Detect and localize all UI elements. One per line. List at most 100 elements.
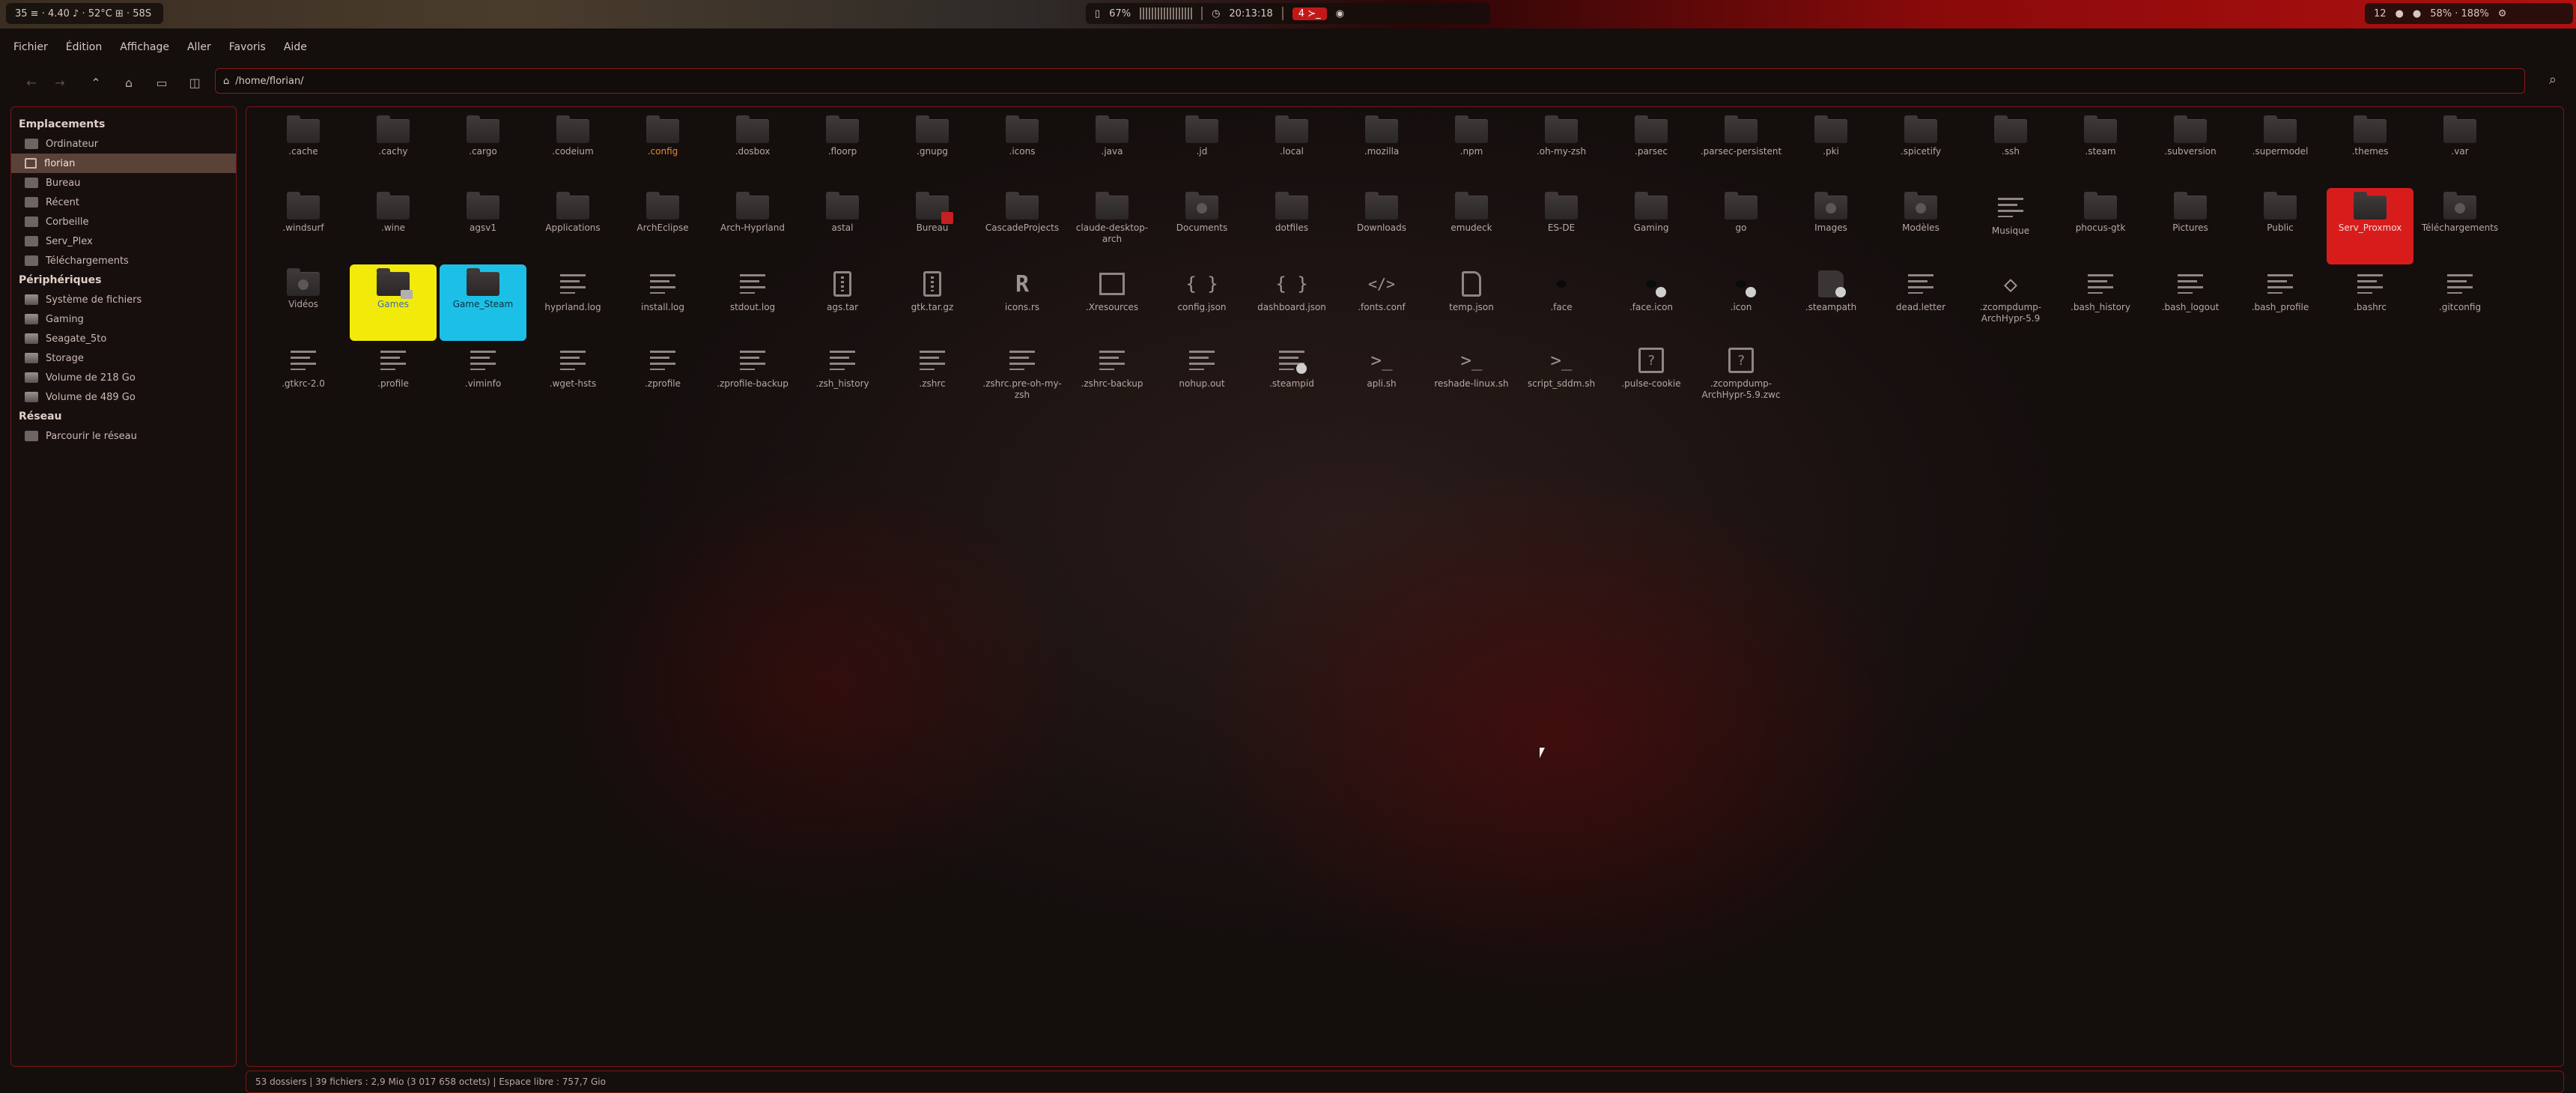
file-item[interactable]: .zshrc-backup <box>1069 341 1155 417</box>
file-item[interactable]: .subversion <box>2147 112 2234 188</box>
menu-affichage[interactable]: Affichage <box>111 41 178 53</box>
file-item[interactable]: Gaming <box>1608 188 1695 264</box>
sidebar-item[interactable]: Gaming <box>11 309 236 329</box>
file-item[interactable]: ? .zcompdump-ArchHypr-5.9.zwc <box>1698 341 1784 417</box>
file-item[interactable]: .bash_logout <box>2147 264 2234 341</box>
file-item[interactable]: .oh-my-zsh <box>1518 112 1605 188</box>
menu-favoris[interactable]: Favoris <box>220 41 275 53</box>
file-item[interactable]: Pictures <box>2147 188 2234 264</box>
file-item[interactable]: .gtkrc-2.0 <box>260 341 347 417</box>
file-item[interactable]: { } config.json <box>1158 264 1245 341</box>
sidebar-item[interactable]: Volume de 218 Go <box>11 368 236 387</box>
file-item[interactable]: .java <box>1069 112 1155 188</box>
file-item[interactable]: .pki <box>1787 112 1874 188</box>
file-item[interactable]: .face.icon <box>1608 264 1695 341</box>
file-item[interactable]: dead.letter <box>1877 264 1964 341</box>
file-item[interactable]: temp.json <box>1428 264 1515 341</box>
file-item[interactable]: .profile <box>350 341 437 417</box>
file-item[interactable]: ags.tar <box>799 264 886 341</box>
file-item[interactable]: .npm <box>1428 112 1515 188</box>
file-item[interactable]: .icon <box>1698 264 1784 341</box>
file-item[interactable]: .gnupg <box>889 112 976 188</box>
file-item[interactable]: nohup.out <box>1158 341 1245 417</box>
sidebar-item[interactable]: Storage <box>11 348 236 368</box>
file-item[interactable]: .face <box>1518 264 1605 341</box>
file-item[interactable]: Downloads <box>1338 188 1425 264</box>
file-view[interactable]: .cache .cachy .cargo .codeium .config .dosbox… <box>246 106 2564 1067</box>
file-item[interactable]: .gitconfig <box>2416 264 2503 341</box>
file-item[interactable]: >_ reshade-linux.sh <box>1428 341 1515 417</box>
file-item[interactable]: .bash_profile <box>2237 264 2324 341</box>
search-button[interactable]: ⌕ <box>2549 72 2557 88</box>
file-item[interactable]: Musique <box>1967 188 2054 264</box>
file-item[interactable]: .cachy <box>350 112 437 188</box>
file-item[interactable]: gtk.tar.gz <box>889 264 976 341</box>
file-item[interactable]: agsv1 <box>440 188 526 264</box>
file-item[interactable]: Public <box>2237 188 2324 264</box>
split-view-button[interactable]: ◫ <box>184 72 205 93</box>
center-widgets[interactable]: ▯ 67% ◷ 20:13:18 4 ≻_ ◉ <box>1086 3 1490 24</box>
file-item[interactable]: .mozilla <box>1338 112 1425 188</box>
file-item[interactable]: .steam <box>2057 112 2144 188</box>
sidebar-item[interactable]: florian <box>11 154 236 173</box>
sidebar-item[interactable]: Seagate_5to <box>11 329 236 348</box>
file-item[interactable]: hyprland.log <box>529 264 616 341</box>
file-item[interactable]: stdout.log <box>709 264 796 341</box>
menu-aide[interactable]: Aide <box>275 41 316 53</box>
file-item[interactable]: .parsec-persistent <box>1698 112 1784 188</box>
file-item[interactable]: Documents <box>1158 188 1245 264</box>
file-item[interactable]: phocus-gtk <box>2057 188 2144 264</box>
menu-aller[interactable]: Aller <box>178 41 220 53</box>
file-item[interactable]: .ssh <box>1967 112 2054 188</box>
file-item[interactable]: .windsurf <box>260 188 347 264</box>
file-item[interactable]: .Xresources <box>1069 264 1155 341</box>
file-item[interactable]: .themes <box>2327 112 2414 188</box>
sidebar-item[interactable]: Volume de 489 Go <box>11 387 236 407</box>
file-item[interactable]: .cargo <box>440 112 526 188</box>
file-item[interactable]: .local <box>1248 112 1335 188</box>
file-item[interactable]: .wine <box>350 188 437 264</box>
file-item[interactable]: .viminfo <box>440 341 526 417</box>
file-item[interactable]: .cache <box>260 112 347 188</box>
forward-button[interactable]: → <box>49 72 70 93</box>
up-button[interactable]: ⌃ <box>85 72 106 93</box>
file-item[interactable]: .jd <box>1158 112 1245 188</box>
file-item[interactable]: .parsec <box>1608 112 1695 188</box>
sidebar-item[interactable]: Système de fichiers <box>11 290 236 309</box>
file-item[interactable]: Vidéos <box>260 264 347 341</box>
file-item[interactable]: Images <box>1787 188 1874 264</box>
menu-fichier[interactable]: Fichier <box>1 41 57 53</box>
file-item[interactable]: ArchEclipse <box>619 188 706 264</box>
file-item[interactable]: .dosbox <box>709 112 796 188</box>
file-item[interactable]: ◇ .zcompdump-ArchHypr-5.9 <box>1967 264 2054 341</box>
file-item[interactable]: .zprofile <box>619 341 706 417</box>
file-item[interactable]: .supermodel <box>2237 112 2324 188</box>
file-item[interactable]: .steampid <box>1248 341 1335 417</box>
sidebar-item[interactable]: Ordinateur <box>11 134 236 154</box>
back-button[interactable]: ← <box>21 72 42 93</box>
file-item[interactable]: Ricons.rs <box>979 264 1066 341</box>
file-item[interactable]: emudeck <box>1428 188 1515 264</box>
file-item[interactable]: Games <box>350 264 437 341</box>
file-item[interactable]: .zshrc <box>889 341 976 417</box>
file-item[interactable]: Arch-Hyprland <box>709 188 796 264</box>
power-icon[interactable]: ◉ <box>1336 8 1344 19</box>
sidebar-item[interactable]: Parcourir le réseau <box>11 426 236 446</box>
file-item[interactable]: claude-desktop-arch <box>1069 188 1155 264</box>
file-item[interactable]: ? .pulse-cookie <box>1608 341 1695 417</box>
file-item[interactable]: Téléchargements <box>2416 188 2503 264</box>
workspace-indicator[interactable]: 4 ≻_ <box>1292 7 1327 20</box>
file-item[interactable]: .zprofile-backup <box>709 341 796 417</box>
home-button[interactable]: ⌂ <box>118 72 139 93</box>
file-item[interactable]: .icons <box>979 112 1066 188</box>
steam-icon[interactable]: ● <box>2396 8 2404 19</box>
file-item[interactable]: install.log <box>619 264 706 341</box>
file-item[interactable]: .spicetify <box>1877 112 1964 188</box>
file-item[interactable]: .zsh_history <box>799 341 886 417</box>
system-stats[interactable]: 35 ≡ · 4.40 ♪ · 52°C ⊞ · 58S <box>6 3 163 24</box>
file-item[interactable]: .bashrc <box>2327 264 2414 341</box>
file-item[interactable]: .steampath <box>1787 264 1874 341</box>
file-item[interactable]: Modèles <box>1877 188 1964 264</box>
file-item[interactable]: Applications <box>529 188 616 264</box>
file-item[interactable]: dotfiles <box>1248 188 1335 264</box>
